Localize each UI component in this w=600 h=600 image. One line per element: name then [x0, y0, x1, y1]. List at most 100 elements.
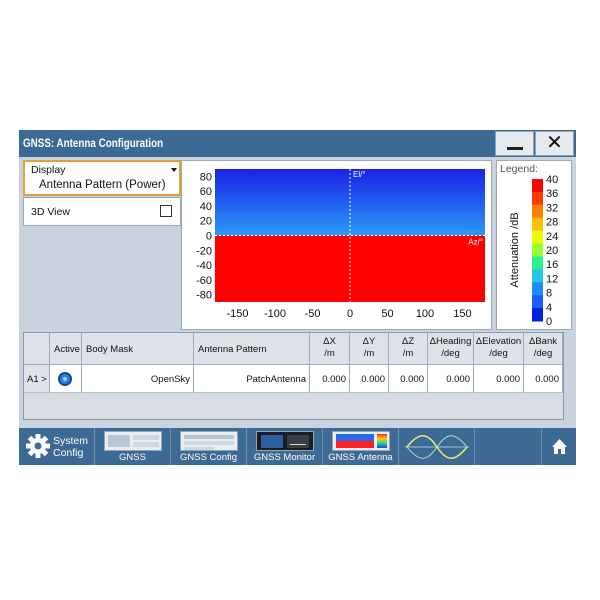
y-tick-label: -20 — [196, 245, 212, 257]
attenuation-colorbar: Legend:4036322824201612840Attenuation /d… — [500, 163, 558, 328]
x-tick-label: 100 — [416, 308, 434, 320]
gnss-config-thumbnail — [179, 431, 238, 451]
dx-cell[interactable]: 0.000 — [310, 365, 350, 393]
colorbar-tick-label: 40 — [546, 174, 558, 186]
colorbar-segment — [532, 308, 543, 322]
x-tick-label: 0 — [347, 308, 353, 320]
antenna-config-window: GNSS: Antenna Configuration ✕ Display An… — [19, 130, 576, 465]
window-title: GNSS: Antenna Configuration — [23, 136, 164, 150]
system-config-button[interactable]: System Config — [19, 428, 95, 465]
gear-icon — [26, 434, 50, 458]
colorbar-title: Attenuation /dB — [509, 212, 521, 287]
colorbar-segment — [532, 282, 543, 296]
col-dx-header: ΔX/m — [310, 333, 350, 365]
y-tick-label: 60 — [200, 186, 212, 198]
minimize-button[interactable] — [495, 131, 534, 156]
y-tick-label: -40 — [196, 260, 212, 272]
x-tick-label: -100 — [264, 308, 286, 320]
colorbar-tick-label: 28 — [546, 217, 558, 229]
col-delevation-header: ΔElevation/deg — [474, 333, 524, 365]
colorbar-segment — [532, 269, 543, 283]
view-3d-checkbox[interactable] — [160, 205, 172, 217]
colorbar-tick-label: 20 — [546, 245, 558, 257]
home-button[interactable] — [541, 428, 576, 465]
display-dropdown[interactable]: Display Antenna Pattern (Power) — [23, 160, 181, 196]
y-tick-label: -80 — [196, 290, 212, 302]
close-button[interactable]: ✕ — [535, 131, 574, 156]
colorbar-tick-label: 24 — [546, 231, 558, 243]
azimuth-axis-label: Az/° — [468, 238, 483, 247]
col-antenna-pattern-header: Antenna Pattern — [194, 333, 310, 365]
antenna-pattern-heatmap: El/° Az/° 80 60 40 20 0 -20 -40 -60 -80 -150 -100 -50… — [196, 169, 485, 320]
taskbar-gnss-config[interactable]: GNSS Config — [171, 428, 247, 465]
col-active-header: Active — [50, 333, 82, 365]
taskbar-gnss-config-label: GNSS Config — [179, 452, 238, 463]
antenna-table: Active Body Mask Antenna Pattern ΔX/m ΔY/m ΔZ… — [23, 332, 564, 420]
system-config-label: System Config — [53, 435, 89, 459]
colorbar-segment — [532, 230, 543, 245]
title-bar: GNSS: Antenna Configuration ✕ — [19, 130, 576, 157]
taskbar-gnss-label: GNSS — [119, 452, 146, 463]
colorbar-segment — [532, 256, 543, 270]
col-dz-header: ΔZ/m — [389, 333, 428, 365]
elevation-axis-label: El/° — [353, 170, 366, 179]
colorbar-segment — [532, 217, 543, 232]
attenuation-legend: Legend: 40 36 32 28 24 20 16 12 8 4 0 Attenuation /d… — [496, 160, 572, 330]
colorbar-tick-label: 12 — [546, 273, 558, 285]
row-label[interactable]: A1 > — [24, 365, 50, 393]
dbank-cell[interactable]: 0.000 — [524, 365, 563, 393]
y-tick-label: 80 — [200, 171, 212, 183]
taskbar-gnss-monitor-label: GNSS Monitor — [253, 452, 316, 463]
colorbar-segment — [532, 179, 543, 193]
x-tick-label: 150 — [453, 308, 471, 320]
dz-cell[interactable]: 0.000 — [389, 365, 428, 393]
taskbar-gnss[interactable]: GNSS — [95, 428, 171, 465]
colorbar-tick-label: 8 — [546, 288, 552, 300]
taskbar-gnss-antenna-label: GNSS Antenna — [328, 452, 393, 463]
y-tick-label: -60 — [196, 275, 212, 287]
colorbar-segment — [532, 295, 543, 309]
active-radio-cell[interactable] — [50, 365, 82, 393]
taskbar-gnss-antenna[interactable]: GNSS Antenna — [323, 428, 399, 465]
dy-cell[interactable]: 0.000 — [350, 365, 389, 393]
colorbar-tick-label: 0 — [546, 316, 552, 328]
dheading-cell[interactable]: 0.000 — [428, 365, 474, 393]
close-icon: ✕ — [546, 132, 563, 154]
gnss-monitor-thumbnail — [255, 431, 314, 451]
minimize-icon — [507, 147, 523, 150]
display-value: Antenna Pattern (Power) — [39, 179, 166, 191]
active-radio-button[interactable] — [58, 372, 72, 386]
taskbar-signal-view[interactable] — [399, 428, 475, 465]
body-mask-cell[interactable]: OpenSky — [82, 365, 194, 393]
antenna-pattern-cell[interactable]: PatchAntenna — [194, 365, 310, 393]
delevation-cell[interactable]: 0.000 — [474, 365, 524, 393]
view-3d-label: 3D View — [31, 206, 70, 218]
taskbar-gnss-monitor[interactable]: GNSS Monitor — [247, 428, 323, 465]
x-tick-label: -50 — [305, 308, 321, 320]
view-3d-toggle[interactable]: 3D View — [23, 197, 181, 226]
col-dbank-header: ΔBank/deg — [524, 333, 563, 365]
taskbar: System Config GNSS GNSS Config GNSS Moni… — [19, 428, 576, 465]
col-dheading-header: ΔHeading/deg — [428, 333, 474, 365]
colorbar-segment — [532, 191, 543, 206]
colorbar-tick-label: 4 — [546, 302, 552, 314]
y-tick-label: 0 — [206, 231, 212, 243]
col-dy-header: ΔY/m — [350, 333, 389, 365]
sine-wave-icon — [405, 435, 469, 459]
dropdown-caret-icon — [171, 168, 177, 172]
colorbar-segment — [532, 243, 543, 257]
table-empty-area — [24, 393, 563, 419]
col-row-label-header — [24, 333, 50, 365]
legend-title: Legend: — [500, 163, 538, 175]
colorbar-segment — [532, 204, 543, 219]
x-tick-label: 50 — [381, 308, 393, 320]
y-tick-label: 20 — [200, 216, 212, 228]
y-tick-label: 40 — [200, 201, 212, 213]
gnss-thumbnail — [103, 431, 162, 451]
col-body-mask-header: Body Mask — [82, 333, 194, 365]
x-tick-label: -150 — [226, 308, 248, 320]
colorbar-tick-label: 36 — [546, 188, 558, 200]
table-scrollbar[interactable] — [565, 332, 574, 420]
gnss-antenna-thumbnail — [331, 431, 390, 451]
display-label: Display — [31, 164, 66, 176]
